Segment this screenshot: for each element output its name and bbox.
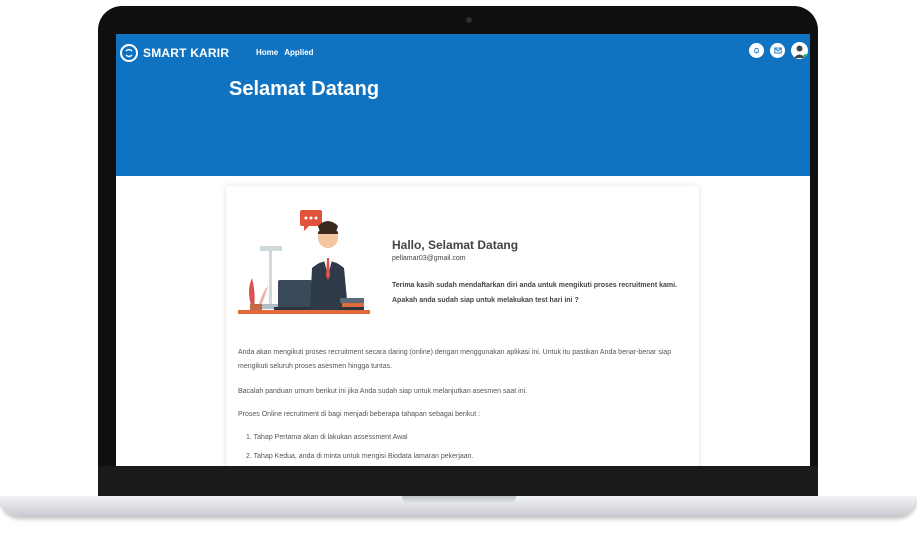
step-item: 1. Tahap Pertama akan di lakukan assessm… [246, 434, 408, 441]
main-nav: Home Applied [256, 48, 314, 57]
screen: SMART KARIR Home Applied Selamat Datang [116, 34, 810, 466]
welcome-line-2: Apakah anda sudah siap untuk melakukan t… [392, 297, 579, 304]
steps-heading: Proses Online recruitment di bagi menjad… [238, 411, 481, 418]
welcome-illustration [238, 210, 370, 314]
user-avatar[interactable] [791, 42, 808, 59]
intro-paragraph: Anda akan mengikuti proses recruitment s… [238, 349, 672, 370]
online-status-dot [803, 54, 808, 59]
step-item: 2. Tahap Kedua, anda di minta untuk meng… [246, 453, 474, 460]
greeting-heading: Hallo, Selamat Datang [392, 238, 519, 252]
welcome-line-1: Terima kasih sudah mendaftarkan diri and… [392, 282, 678, 289]
brand[interactable]: SMART KARIR [120, 44, 229, 62]
camera-icon [466, 17, 472, 23]
laptop-bezel [98, 466, 818, 498]
laptop-base-notch [402, 496, 516, 504]
bell-icon[interactable] [749, 43, 764, 58]
mail-icon[interactable] [770, 43, 785, 58]
nav-home[interactable]: Home [256, 48, 278, 57]
nav-applied[interactable]: Applied [284, 48, 313, 57]
hero-banner: SMART KARIR Home Applied Selamat Datang [116, 34, 810, 176]
welcome-card: Hallo, Selamat Datang pellamar03@gmail.c… [226, 186, 699, 466]
user-email: pellamar03@gmail.com [392, 255, 466, 262]
guide-paragraph: Bacalah panduan umum berikut ini jika An… [238, 388, 528, 395]
brand-name: SMART KARIR [143, 46, 230, 60]
logo-icon [120, 44, 138, 62]
header-icons [749, 42, 808, 59]
page-title: Selamat Datang [229, 78, 380, 100]
